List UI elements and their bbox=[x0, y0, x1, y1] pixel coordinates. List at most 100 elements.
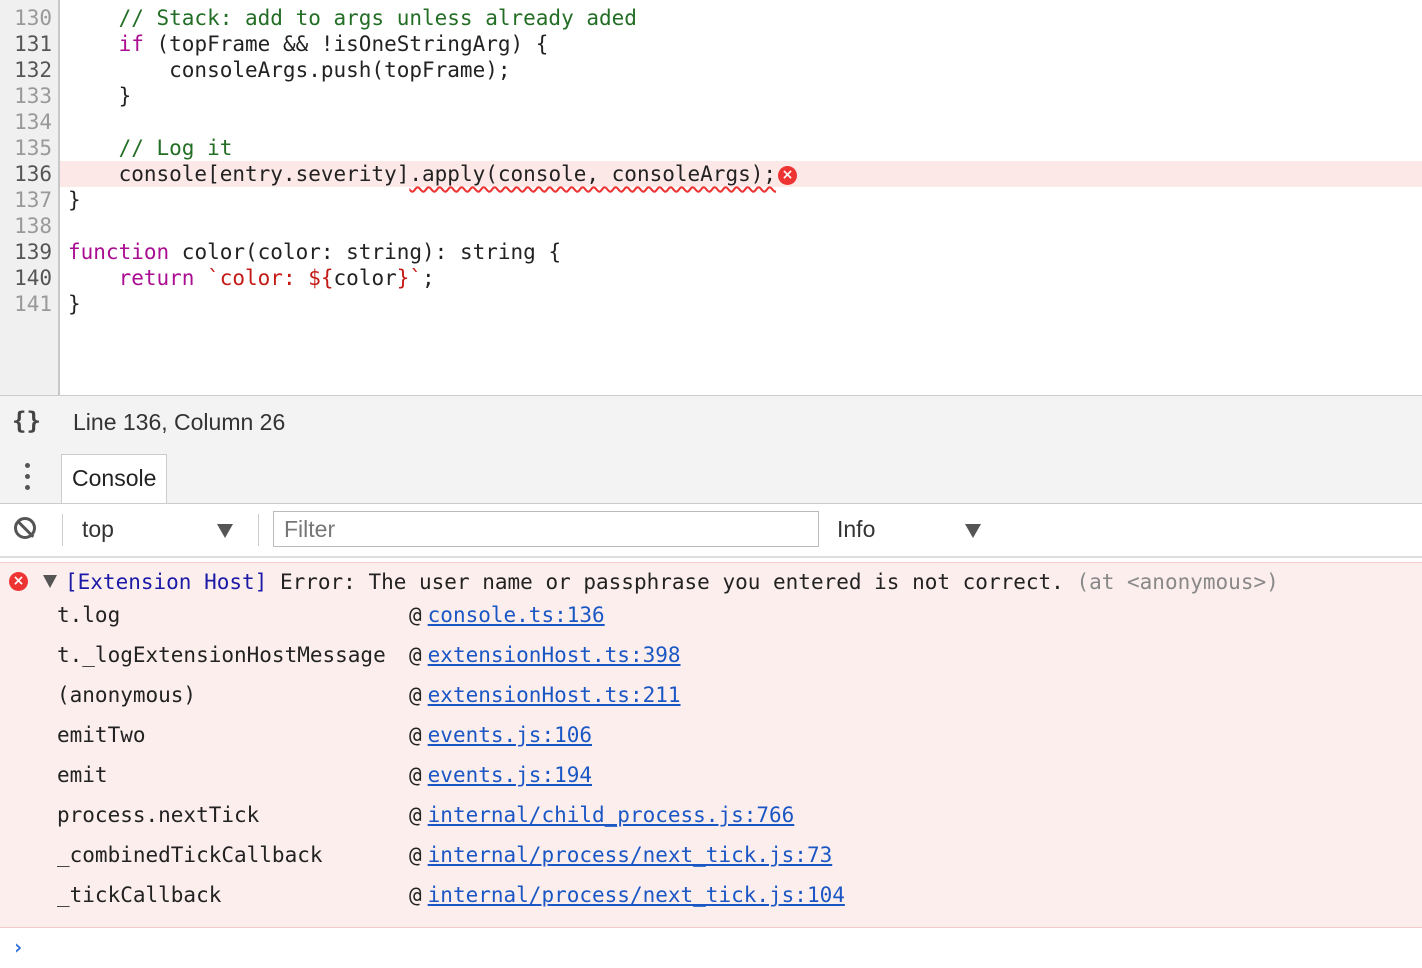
stack-frame: _tickCallback @ internal/process/next_tick… bbox=[57, 880, 845, 910]
stack-frame: emitTwo @ events.js:106 bbox=[57, 720, 592, 750]
code-line: console[entry.severity].apply(console, c… bbox=[68, 161, 798, 187]
code-line: } bbox=[68, 187, 81, 213]
stack-frame-function: emit bbox=[57, 763, 108, 787]
error-marker-icon[interactable]: × bbox=[778, 165, 798, 185]
code-token: } bbox=[68, 292, 81, 316]
message-text: Error: The user name or passphrase you e… bbox=[267, 570, 1077, 594]
stack-frame-link[interactable]: events.js:194 bbox=[428, 763, 592, 787]
stack-frame-function: _tickCallback bbox=[57, 883, 222, 907]
code-token: } bbox=[68, 84, 132, 108]
stack-frame-function: t._logExtensionHostMessage bbox=[57, 643, 386, 667]
toolbar-divider bbox=[62, 514, 63, 546]
stack-frame: (anonymous) @ extensionHost.ts:211 bbox=[57, 680, 681, 710]
code-token: return bbox=[118, 266, 195, 290]
code-line: // Stack: add to args unless already ade… bbox=[68, 5, 637, 31]
code-token: ; bbox=[422, 266, 435, 290]
filter-input[interactable] bbox=[273, 511, 819, 547]
stack-frame-link[interactable]: extensionHost.ts:211 bbox=[428, 683, 681, 707]
line-number: 140 bbox=[14, 266, 52, 290]
cursor-position: Line 136, Column 26 bbox=[73, 409, 286, 435]
code-token: color(color: string): string { bbox=[169, 240, 562, 264]
stack-frame-at: @ bbox=[409, 883, 422, 907]
code-line: consoleArgs.push(topFrame); bbox=[68, 57, 511, 83]
code-token: `color: ${ bbox=[207, 266, 334, 290]
stack-frame-at: @ bbox=[409, 763, 422, 787]
stack-frame-link[interactable]: extensionHost.ts:398 bbox=[428, 643, 681, 667]
message-location[interactable]: (at <anonymous>) bbox=[1076, 570, 1278, 594]
editor-status-bar: {} Line 136, Column 26 bbox=[0, 395, 1422, 450]
console-error-message: × [Extension Host] Error: The user name … bbox=[0, 562, 1422, 928]
code-token: if bbox=[118, 32, 144, 56]
code-editor[interactable]: 130 131 132 133 134 135 136 137 138 139 140 141 // … bbox=[0, 0, 1422, 395]
code-line: if (topFrame && !isOneStringArg) { bbox=[68, 31, 549, 57]
stack-frame-at: @ bbox=[409, 603, 422, 627]
stack-frame-function: process.nextTick bbox=[57, 803, 260, 827]
stack-frame: t._logExtensionHostMessage @ extensionHost… bbox=[57, 640, 681, 670]
line-number: 137 bbox=[14, 188, 52, 212]
stack-frame-at: @ bbox=[409, 723, 422, 747]
stack-frame-function: (anonymous) bbox=[57, 683, 197, 707]
log-level-selector[interactable]: Info bbox=[837, 516, 875, 543]
stack-frame: t.log @ console.ts:136 bbox=[57, 600, 605, 630]
stack-frame: process.nextTick @ internal/child_process.… bbox=[57, 800, 794, 830]
line-number: 136 bbox=[14, 162, 52, 186]
code-token: // Log it bbox=[68, 136, 233, 160]
stack-frame-link[interactable]: internal/process/next_tick.js:104 bbox=[428, 883, 845, 907]
code-line: return `color: ${color}`; bbox=[68, 265, 435, 291]
line-number: 141 bbox=[14, 292, 52, 316]
code-token: .apply(console, consoleArgs); bbox=[409, 162, 777, 186]
stack-frame: _combinedTickCallback @ internal/process/n… bbox=[57, 840, 832, 870]
code-token: (topFrame && !isOneStringArg) { bbox=[143, 32, 549, 56]
stack-frame-function: _combinedTickCallback bbox=[57, 843, 323, 867]
tab-console[interactable]: Console bbox=[61, 454, 168, 503]
toolbar-divider bbox=[258, 514, 259, 546]
line-number: 131 bbox=[14, 32, 52, 56]
pretty-print-icon[interactable]: {} bbox=[12, 407, 41, 435]
stack-frame-link[interactable]: internal/child_process.js:766 bbox=[428, 803, 795, 827]
stack-frame-function: emitTwo bbox=[57, 723, 146, 747]
code-token: // Stack: add to args unless already ade… bbox=[68, 6, 637, 30]
code-line: // Log it bbox=[68, 135, 233, 161]
stack-frame-function: t.log bbox=[57, 603, 121, 627]
expand-triangle-icon[interactable] bbox=[43, 575, 57, 588]
code-token: function bbox=[68, 240, 170, 264]
code-token: }` bbox=[396, 266, 423, 290]
line-number: 138 bbox=[14, 214, 52, 238]
code-token: consoleArgs.push(topFrame); bbox=[68, 58, 511, 82]
code-token: } bbox=[68, 188, 81, 212]
context-selector[interactable]: top bbox=[82, 516, 114, 543]
code-token: color bbox=[333, 266, 397, 290]
line-number: 134 bbox=[14, 110, 52, 134]
stack-frame-at: @ bbox=[409, 803, 422, 827]
line-number: 130 bbox=[14, 6, 52, 30]
error-summary: [Extension Host] Error: The user name or… bbox=[65, 567, 1279, 597]
code-token: console[entry.severity] bbox=[68, 162, 410, 186]
console-toolbar: top Info bbox=[0, 504, 1422, 558]
line-number: 132 bbox=[14, 58, 52, 82]
line-number: 133 bbox=[14, 84, 52, 108]
clear-console-icon[interactable] bbox=[14, 517, 36, 539]
drawer-tab-bar: Console bbox=[0, 449, 1422, 504]
context-dropdown-icon[interactable] bbox=[217, 524, 233, 538]
more-options-icon[interactable] bbox=[18, 461, 38, 493]
code-line: } bbox=[68, 291, 81, 317]
stack-frame-at: @ bbox=[409, 683, 422, 707]
stack-frame-at: @ bbox=[409, 843, 422, 867]
error-icon: × bbox=[9, 572, 28, 591]
console-prompt-icon[interactable]: › bbox=[12, 935, 24, 959]
code-line: } bbox=[68, 83, 132, 109]
stack-frame-link[interactable]: console.ts:136 bbox=[428, 603, 605, 627]
stack-frame-link[interactable]: events.js:106 bbox=[428, 723, 592, 747]
stack-frame-at: @ bbox=[409, 643, 422, 667]
line-number: 139 bbox=[14, 240, 52, 264]
code-line: function color(color: string): string { bbox=[68, 239, 561, 265]
stack-frame-link[interactable]: internal/process/next_tick.js:73 bbox=[428, 843, 833, 867]
stack-frame: emit @ events.js:194 bbox=[57, 760, 592, 790]
message-source: [Extension Host] bbox=[65, 570, 268, 594]
line-number: 135 bbox=[14, 136, 52, 160]
level-dropdown-icon[interactable] bbox=[965, 524, 981, 538]
line-number-gutter: 130 131 132 133 134 135 136 137 138 139 140 141 bbox=[0, 0, 60, 395]
